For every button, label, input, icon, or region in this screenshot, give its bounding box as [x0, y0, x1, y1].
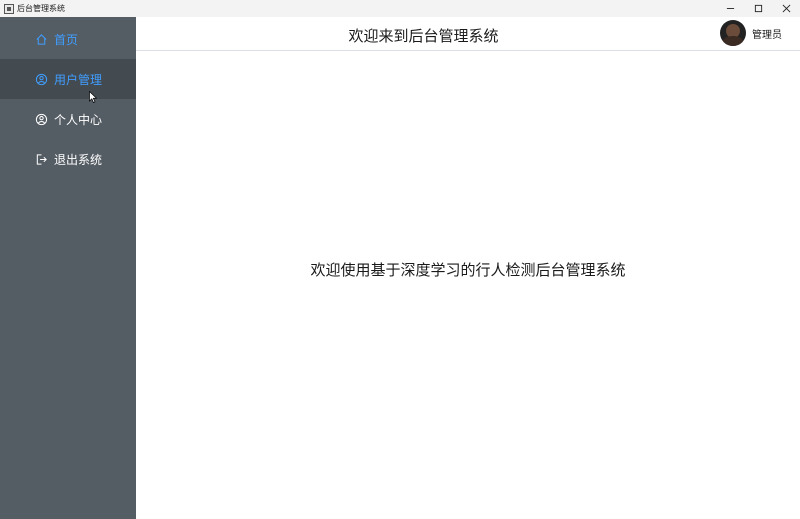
- main-content: 欢迎使用基于深度学习的行人检测后台管理系统: [136, 52, 800, 519]
- sidebar: 首页 用户管理 个人中心 退出系统: [0, 17, 136, 519]
- user-menu[interactable]: 管理员: [720, 20, 782, 46]
- window-controls: [716, 0, 800, 17]
- sidebar-item-logout[interactable]: 退出系统: [0, 139, 136, 179]
- user-manage-icon: [35, 73, 48, 86]
- app-icon: [4, 3, 14, 14]
- home-icon: [35, 33, 48, 46]
- sidebar-item-label: 首页: [54, 32, 79, 47]
- sidebar-item-home[interactable]: 首页: [0, 19, 136, 59]
- minimize-button[interactable]: [716, 0, 744, 17]
- minimize-icon: [726, 8, 734, 9]
- sidebar-item-label: 用户管理: [54, 72, 103, 87]
- mouse-cursor-icon: [89, 91, 97, 103]
- logout-icon: [35, 153, 48, 166]
- welcome-message: 欢迎使用基于深度学习的行人检测后台管理系统: [310, 261, 626, 279]
- user-name: 管理员: [752, 29, 782, 41]
- close-icon: [782, 4, 790, 13]
- sidebar-item-label: 退出系统: [54, 152, 103, 167]
- window-title: 后台管理系统: [17, 4, 65, 13]
- header: 欢迎来到后台管理系统 管理员: [136, 17, 800, 51]
- close-button[interactable]: [772, 0, 800, 17]
- maximize-button[interactable]: [744, 0, 772, 17]
- user-circle-icon: [35, 113, 48, 126]
- window-titlebar: 后台管理系统: [0, 0, 800, 17]
- maximize-icon: [754, 4, 762, 13]
- avatar[interactable]: [720, 20, 746, 46]
- sidebar-item-profile[interactable]: 个人中心: [0, 99, 136, 139]
- sidebar-item-label: 个人中心: [54, 112, 103, 127]
- sidebar-item-user-management[interactable]: 用户管理: [0, 59, 136, 99]
- page-title: 欢迎来到后台管理系统: [348, 27, 499, 45]
